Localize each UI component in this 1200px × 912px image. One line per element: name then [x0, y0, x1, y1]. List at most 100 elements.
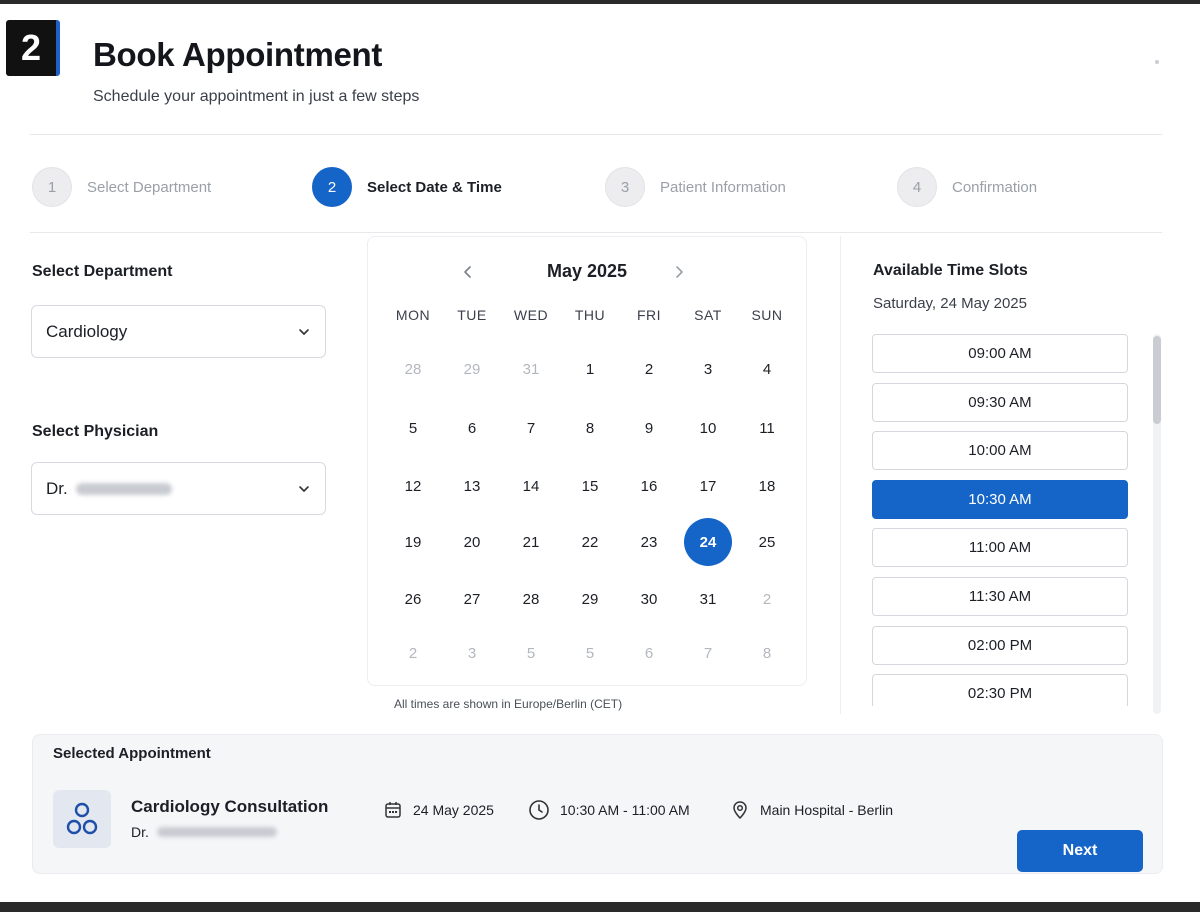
- step-confirmation[interactable]: 4 Confirmation: [897, 166, 1037, 208]
- calendar-day[interactable]: 10: [684, 404, 732, 452]
- appointment-location-text: Main Hospital - Berlin: [760, 802, 894, 818]
- calendar-day[interactable]: 1: [566, 345, 614, 393]
- header-divider: [30, 134, 1162, 135]
- department-select[interactable]: Cardiology: [31, 305, 326, 358]
- next-button[interactable]: Next: [1017, 830, 1143, 872]
- calendar-day: 7: [703, 644, 713, 662]
- step-number: 2: [312, 167, 352, 207]
- calendar-day[interactable]: 7: [507, 404, 555, 452]
- calendar-day[interactable]: 19: [389, 518, 437, 566]
- appointment-time-text: 10:30 AM - 11:00 AM: [560, 802, 690, 818]
- calendar-day[interactable]: 16: [625, 462, 673, 510]
- calendar-month: May 2025: [546, 261, 628, 281]
- calendar-day: 5: [526, 644, 536, 662]
- calendar: May 2025 MON TUE WED THU FRI SAT SUN 28 29 31 1 2 3 4…: [367, 236, 807, 686]
- step-number: 4: [897, 167, 937, 207]
- booking-stepper: 1 Select Department 2 Select Date & Time…: [30, 166, 1160, 208]
- appointment-date: 24 May 2025: [383, 797, 494, 823]
- calendar-day[interactable]: 12: [389, 462, 437, 510]
- calendar-day: 31: [522, 360, 540, 378]
- calendar-day[interactable]: 23: [625, 518, 673, 566]
- step-label: Select Date & Time: [367, 178, 502, 196]
- calendar-day[interactable]: 20: [448, 518, 496, 566]
- slots-panel-divider: [840, 236, 841, 714]
- weekday-label: WED: [513, 307, 549, 323]
- calendar-day[interactable]: 21: [507, 518, 555, 566]
- more-options-icon[interactable]: [1155, 60, 1159, 64]
- calendar-day[interactable]: 17: [684, 462, 732, 510]
- appointment-name: Cardiology Consultation: [131, 797, 329, 816]
- window-top-border: [0, 0, 1200, 4]
- calendar-day-selected[interactable]: 24: [684, 518, 732, 566]
- weekday-label: MON: [395, 307, 431, 323]
- chevron-down-icon: [299, 485, 309, 492]
- doctor-prefix: Dr.: [131, 824, 149, 840]
- weekday-label: SUN: [751, 307, 783, 323]
- next-month-button[interactable]: [666, 259, 692, 285]
- calendar-day[interactable]: 13: [448, 462, 496, 510]
- time-slot[interactable]: 11:30 AM: [872, 577, 1128, 616]
- calendar-day[interactable]: 27: [448, 575, 496, 623]
- calendar-day[interactable]: 28: [507, 575, 555, 623]
- calendar-day[interactable]: 22: [566, 518, 614, 566]
- selected-appointment-panel: Selected Appointment Cardiology Consulta…: [32, 734, 1163, 874]
- step-label: Confirmation: [952, 178, 1038, 196]
- calendar-day: 28: [404, 360, 422, 378]
- step-patient-information[interactable]: 3 Patient Information: [605, 166, 786, 208]
- time-slot[interactable]: 02:30 PM: [872, 674, 1128, 706]
- step-select-date-time[interactable]: 2 Select Date & Time: [312, 166, 502, 208]
- calendar-day: 2: [762, 590, 772, 608]
- chevron-down-icon: [299, 328, 309, 335]
- calendar-day: 6: [644, 644, 654, 662]
- calendar-day: 2: [408, 644, 418, 662]
- appointment-time: 10:30 AM - 11:00 AM: [528, 797, 690, 823]
- calendar-day[interactable]: 15: [566, 462, 614, 510]
- step-select-department[interactable]: 1 Select Department: [32, 166, 211, 208]
- redacted-doctor-name: [156, 827, 277, 837]
- physician-select[interactable]: Dr.: [31, 462, 326, 515]
- calendar-day[interactable]: 2: [625, 345, 673, 393]
- appointment-date-text: 24 May 2025: [413, 802, 494, 818]
- calendar-day[interactable]: 9: [625, 404, 673, 452]
- timezone-note: All times are shown in Europe/Berlin (CE…: [394, 697, 623, 711]
- time-slot[interactable]: 11:00 AM: [872, 528, 1128, 568]
- physician-label: Select Physician: [32, 423, 159, 440]
- scrollbar-thumb[interactable]: [1153, 336, 1161, 424]
- calendar-header: May 2025: [368, 259, 806, 285]
- weekday-label: SAT: [694, 307, 722, 323]
- physician-prefix: Dr.: [46, 478, 68, 498]
- slots-scrollbar[interactable]: [1153, 334, 1161, 714]
- calendar-day[interactable]: 31: [684, 575, 732, 623]
- stepper-divider: [30, 232, 1162, 233]
- calendar-day: 29: [463, 360, 481, 378]
- calendar-day[interactable]: 6: [448, 404, 496, 452]
- appointment-location: Main Hospital - Berlin: [730, 797, 893, 823]
- time-slot[interactable]: 02:00 PM: [872, 625, 1128, 665]
- calendar-day: 3: [467, 644, 477, 662]
- page-subtitle: Schedule your appointment in just a few …: [93, 88, 420, 105]
- step-label: Patient Information: [660, 178, 786, 196]
- calendar-day[interactable]: 11: [743, 404, 791, 452]
- physician-value: Dr.: [46, 479, 172, 499]
- time-slot-selected[interactable]: 10:30 AM: [872, 479, 1128, 519]
- calendar-day[interactable]: 29: [566, 575, 614, 623]
- time-slot-list: 09:00 AM 09:30 AM 10:00 AM 10:30 AM 11:00 AM…: [872, 334, 1130, 706]
- time-slot[interactable]: 09:00 AM: [872, 334, 1128, 373]
- calendar-day[interactable]: 30: [625, 575, 673, 623]
- time-slot[interactable]: 10:00 AM: [872, 431, 1128, 471]
- calendar-day[interactable]: 3: [684, 345, 732, 393]
- calendar-day[interactable]: 5: [389, 404, 437, 452]
- weekday-label: TUE: [457, 307, 487, 323]
- department-label: Select Department: [32, 263, 173, 280]
- calendar-day[interactable]: 14: [507, 462, 555, 510]
- step-number: 1: [32, 167, 72, 207]
- calendar-day[interactable]: 25: [743, 518, 791, 566]
- calendar-day[interactable]: 26: [389, 575, 437, 623]
- clock-icon: [529, 800, 549, 820]
- calendar-day[interactable]: 4: [743, 345, 791, 393]
- time-slot[interactable]: 09:30 AM: [872, 382, 1128, 422]
- redacted-physician-name: [75, 482, 172, 495]
- step-number-badge: 2: [6, 20, 60, 76]
- calendar-day[interactable]: 8: [566, 404, 614, 452]
- calendar-day[interactable]: 18: [743, 462, 791, 510]
